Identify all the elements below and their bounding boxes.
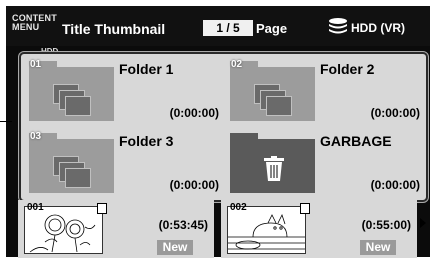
menu-logo-line2: MENU — [12, 22, 40, 32]
title-duration: (0:53:45) — [158, 218, 208, 232]
page-indicator: 1 / 5 — [203, 20, 253, 36]
folder-name: GARBAGE — [320, 133, 392, 149]
cat-thumbnail-icon — [228, 207, 305, 253]
screen: CONTENT MENU Title Thumbnail 1 / 5 Page … — [6, 6, 430, 258]
garbage-folder[interactable]: GARBAGE (0:00:00) — [224, 128, 424, 200]
stack-icon — [266, 96, 292, 116]
folder-item-1[interactable]: 01 Folder 1 (0:00:00) — [23, 56, 223, 128]
folder-duration: (0:00:00) — [370, 178, 420, 192]
protect-icon — [300, 203, 310, 214]
folder-duration: (0:00:00) — [169, 178, 219, 192]
title-item-1[interactable]: 001 (0:53:45) New — [18, 200, 214, 258]
folder-name: Folder 1 — [119, 61, 174, 77]
drive-label: HDD (VR) — [351, 21, 405, 35]
title-thumbnail — [24, 206, 103, 254]
title-duration: (0:55:00) — [361, 218, 411, 232]
content-menu-logo: CONTENT MENU — [12, 14, 57, 32]
stack-icon — [65, 96, 91, 116]
page-label: Page — [256, 21, 288, 36]
protect-icon — [97, 203, 107, 214]
title-number: 001 — [27, 202, 44, 213]
hdd-icon — [329, 18, 347, 34]
trash-icon — [264, 156, 284, 181]
pointer-line — [0, 121, 12, 122]
folder-name: Folder 3 — [119, 133, 174, 149]
folder-item-2[interactable]: 02 Folder 2 (0:00:00) — [224, 56, 424, 128]
title-item-2[interactable]: 002 (0:55:00) New — [221, 200, 417, 258]
titles-row: 001 (0:53:45) New 002 (0:55:00) New — [6, 196, 430, 258]
title-thumbnail — [227, 206, 306, 254]
folder-number: 02 — [231, 59, 243, 70]
new-badge: New — [157, 240, 193, 255]
folder-name: Folder 2 — [320, 61, 375, 77]
new-badge: New — [360, 240, 396, 255]
folder-duration: (0:00:00) — [169, 106, 219, 120]
folder-number: 01 — [30, 59, 42, 70]
page-title: Title Thumbnail — [62, 21, 166, 37]
title-number: 002 — [230, 202, 247, 213]
folder-item-3[interactable]: 03 Folder 3 (0:00:00) — [23, 128, 223, 200]
next-page-arrow-icon[interactable] — [420, 218, 426, 228]
header-bar: CONTENT MENU Title Thumbnail 1 / 5 Page … — [6, 6, 430, 56]
folder-number: 03 — [30, 131, 42, 142]
folder-panel: 01 Folder 1 (0:00:00) 02 Folder 2 (0:00:… — [19, 52, 428, 202]
sunflower-thumbnail-icon — [25, 207, 102, 253]
stack-icon — [65, 168, 91, 188]
folder-duration: (0:00:00) — [370, 106, 420, 120]
